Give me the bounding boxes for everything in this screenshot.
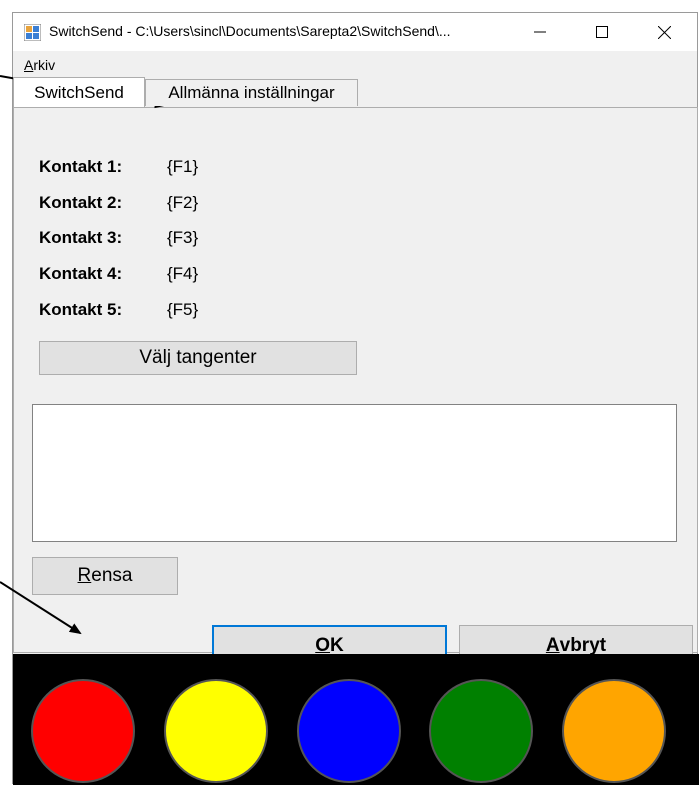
contact-key: {F3} [167,228,199,247]
contact-label: Kontakt 5: [39,300,123,319]
menu-bar: Arkiv [13,51,697,77]
maximize-icon [596,26,608,38]
contact-key: {F1} [167,157,199,176]
switch-circle-2[interactable] [164,679,268,783]
window-title: SwitchSend - C:\Users\sincl\Documents\Sa… [49,23,451,39]
contact-key: {F2} [167,193,199,212]
menu-arkiv[interactable]: Arkiv [24,57,55,73]
switchsend-window: SwitchSend - C:\Users\sincl\Documents\Sa… [12,12,699,785]
contact-key: {F5} [167,300,199,319]
switch-circle-3[interactable] [297,679,401,783]
switch-panel [13,654,699,785]
contact-row: Kontakt 4: {F4} [39,262,198,286]
switch-circle-1[interactable] [31,679,135,783]
log-textbox[interactable] [32,404,677,542]
tab-strip: SwitchSend Allmänna inställningar [13,77,697,107]
contact-row: Kontakt 3: {F3} [39,226,198,250]
contact-label: Kontakt 1: [39,157,123,176]
switch-circle-5[interactable] [562,679,666,783]
rensa-button[interactable]: Rensa [32,557,178,595]
contact-label: Kontakt 3: [39,228,123,247]
contact-label: Kontakt 2: [39,193,123,212]
minimize-button[interactable] [517,13,563,51]
switch-circle-4[interactable] [429,679,533,783]
tab-panel: Kontakt 1: {F1} Kontakt 2: {F2} Kontakt … [13,107,698,667]
tab-allmanna-installningar[interactable]: Allmänna inställningar [145,79,358,106]
contact-row: Kontakt 5: {F5} [39,298,198,322]
close-button[interactable] [641,13,687,51]
contact-label: Kontakt 4: [39,264,123,283]
close-icon [657,25,671,39]
valj-tangenter-button[interactable]: Välj tangenter [39,341,357,375]
title-bar: SwitchSend - C:\Users\sincl\Documents\Sa… [13,13,697,51]
contact-row: Kontakt 1: {F1} [39,155,198,179]
maximize-button[interactable] [579,13,625,51]
contact-row: Kontakt 2: {F2} [39,191,198,215]
contact-key: {F4} [167,264,199,283]
tab-switchsend[interactable]: SwitchSend [13,77,145,107]
app-icon [24,24,41,41]
minimize-icon [534,31,546,33]
